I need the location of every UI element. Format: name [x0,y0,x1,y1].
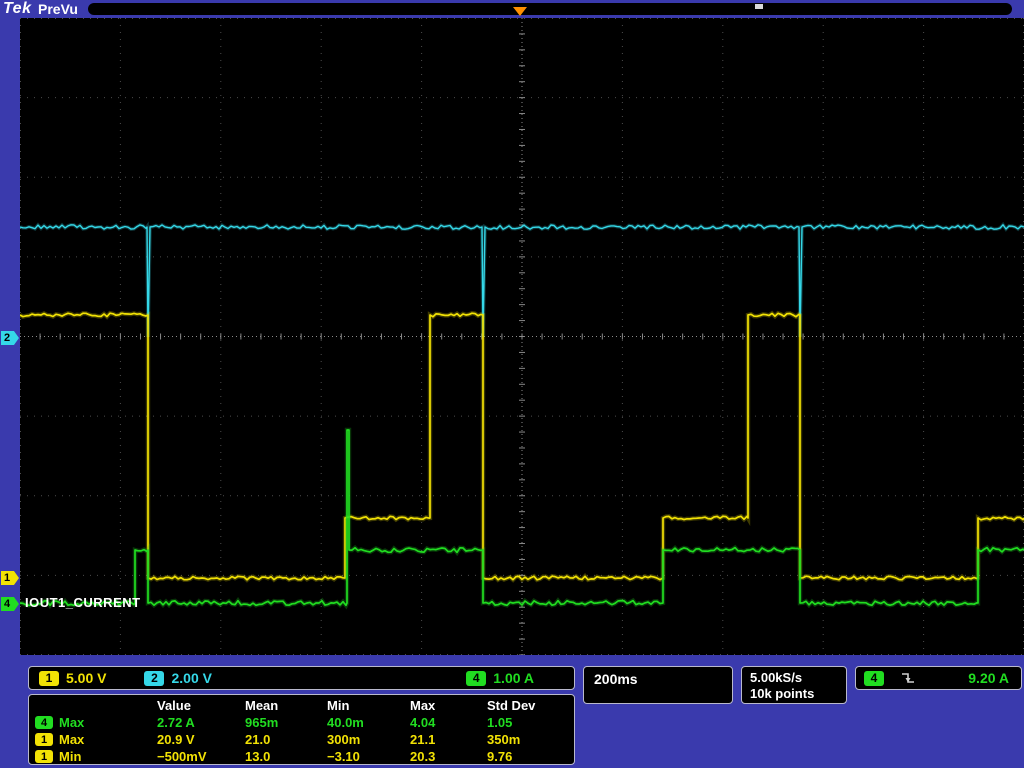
meas-ch-badge: 1 [35,750,53,763]
meas-cell: 21.1 [410,732,487,748]
ch1-readout[interactable]: 1 5.00 V [39,670,106,686]
acquisition-mode-label: PreVu [38,1,78,17]
ch2-scale: 2.00 V [171,670,211,686]
meas-cell: 1.05 [487,715,574,731]
ch4-badge: 4 [466,671,486,686]
waveform-annotation: IOUT1_CURRENT [25,595,141,610]
measurement-row: 1 Max 20.9 V 21.0 300m 21.1 350m [35,731,574,748]
record-view-bar [88,3,1012,15]
ch4-reference-marker: 4 [1,597,19,611]
ch4-scale: 1.00 A [493,670,534,686]
meas-cell: 20.3 [410,749,487,765]
timebase-readout[interactable]: 200ms [583,666,733,704]
tek-logo: Tek [3,0,31,18]
acquisition-readout: 5.00kS/s 10k points [741,666,847,704]
meas-header-max: Max [410,698,487,714]
meas-cell: 40.0m [327,715,410,731]
ch2-reference-marker: 2 [1,331,19,345]
ch1-badge: 1 [39,671,59,686]
trigger-position-marker [513,7,527,16]
record-length: 10k points [750,686,814,702]
meas-cell: 350m [487,732,574,748]
meas-cell: 4.04 [410,715,487,731]
meas-cell: 20.9 V [157,732,245,748]
ch2-readout[interactable]: 2 2.00 V [144,670,211,686]
meas-header-value: Value [157,698,245,714]
ch2-badge: 2 [144,671,164,686]
meas-type: Min [59,749,81,765]
trigger-readout[interactable]: 4 9.20 A [855,666,1022,690]
meas-ch-badge: 1 [35,733,53,746]
graticule: IOUT1_CURRENT [20,18,1024,655]
trigger-source-badge: 4 [864,671,884,686]
meas-type: Max [59,715,84,731]
meas-header-min: Min [327,698,410,714]
meas-row-label: 1 Min [35,749,157,765]
meas-cell: 965m [245,715,327,731]
measurement-header-row: Value Mean Min Max Std Dev [35,697,574,714]
channel-readout-bar: 1 5.00 V 2 2.00 V 4 1.00 A [28,666,575,690]
measurement-table: Value Mean Min Max Std Dev 4 Max 2.72 A … [28,694,575,765]
ch1-marker-label: 1 [4,572,10,584]
measurement-row: 1 Min −500mV 13.0 −3.10 20.3 9.76 [35,748,574,765]
meas-row-label: 4 Max [35,715,157,731]
trigger-slope-icon [900,670,916,686]
ch1-scale: 5.00 V [66,670,106,686]
meas-cell: −500mV [157,749,245,765]
trigger-level: 9.20 A [968,670,1009,686]
ch4-marker-label: 4 [4,598,10,610]
meas-header-stddev: Std Dev [487,698,574,714]
meas-cell: 13.0 [245,749,327,765]
measurement-row: 4 Max 2.72 A 965m 40.0m 4.04 1.05 [35,714,574,731]
ch1-reference-marker: 1 [1,571,19,585]
meas-cell: 9.76 [487,749,574,765]
waveform-display [20,18,1024,655]
record-view-marker [755,4,763,9]
meas-cell: 21.0 [245,732,327,748]
meas-cell: 2.72 A [157,715,245,731]
meas-ch-badge: 4 [35,716,53,729]
meas-type: Max [59,732,84,748]
ch4-readout[interactable]: 4 1.00 A [466,670,534,686]
ch2-marker-label: 2 [4,332,10,344]
meas-cell: 300m [327,732,410,748]
timebase-value: 200ms [594,671,638,687]
meas-row-label: 1 Max [35,732,157,748]
meas-cell: −3.10 [327,749,410,765]
oscilloscope-screen: Tek PreVu IOUT1_CURRENT 2 1 4 1 5.00 V 2… [0,0,1024,768]
meas-header-mean: Mean [245,698,327,714]
sample-rate: 5.00kS/s [750,670,802,686]
